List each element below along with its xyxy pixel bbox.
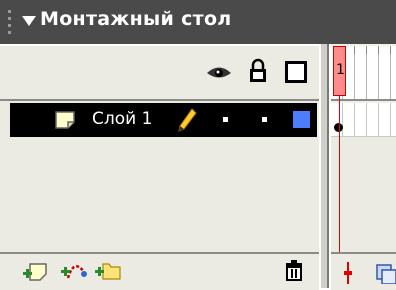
layer-name[interactable]: Слой 1 [92, 109, 152, 129]
panel-splitter[interactable] [319, 44, 331, 288]
layer-row[interactable]: Слой 1 [10, 103, 317, 137]
layer-header-row [0, 44, 323, 104]
playhead-line [339, 96, 340, 256]
header-divider [0, 99, 396, 101]
panel-titlebar[interactable]: Монтажный стол [0, 0, 396, 44]
center-frame-icon[interactable] [340, 262, 356, 284]
frames-empty-area [331, 137, 396, 253]
layer-list-empty-area [0, 137, 319, 253]
trash-icon[interactable] [280, 258, 308, 282]
visibility-dot[interactable] [223, 117, 228, 122]
layer-frames-row[interactable] [331, 103, 396, 137]
panel-title: Монтажный стол [40, 8, 232, 30]
outline-square-icon[interactable] [285, 61, 307, 83]
grip-handle-icon[interactable] [8, 10, 14, 36]
layer-row-margin [0, 103, 10, 137]
eye-icon[interactable] [206, 64, 232, 82]
lock-icon[interactable] [248, 58, 268, 84]
add-guide-layer-icon[interactable] [60, 258, 88, 282]
collapse-arrow-icon[interactable] [22, 16, 36, 26]
onion-skin-icon[interactable] [374, 262, 396, 284]
add-folder-icon[interactable] [94, 258, 122, 282]
layer-outline-color[interactable] [293, 111, 310, 128]
layer-page-icon [55, 111, 75, 129]
timeline-panel: Монтажный стол 1 Слой 1 [0, 0, 396, 290]
current-frame-number: 1 [336, 62, 345, 78]
pencil-icon [178, 108, 197, 132]
add-layer-icon[interactable] [22, 260, 50, 284]
lock-dot[interactable] [262, 117, 267, 122]
